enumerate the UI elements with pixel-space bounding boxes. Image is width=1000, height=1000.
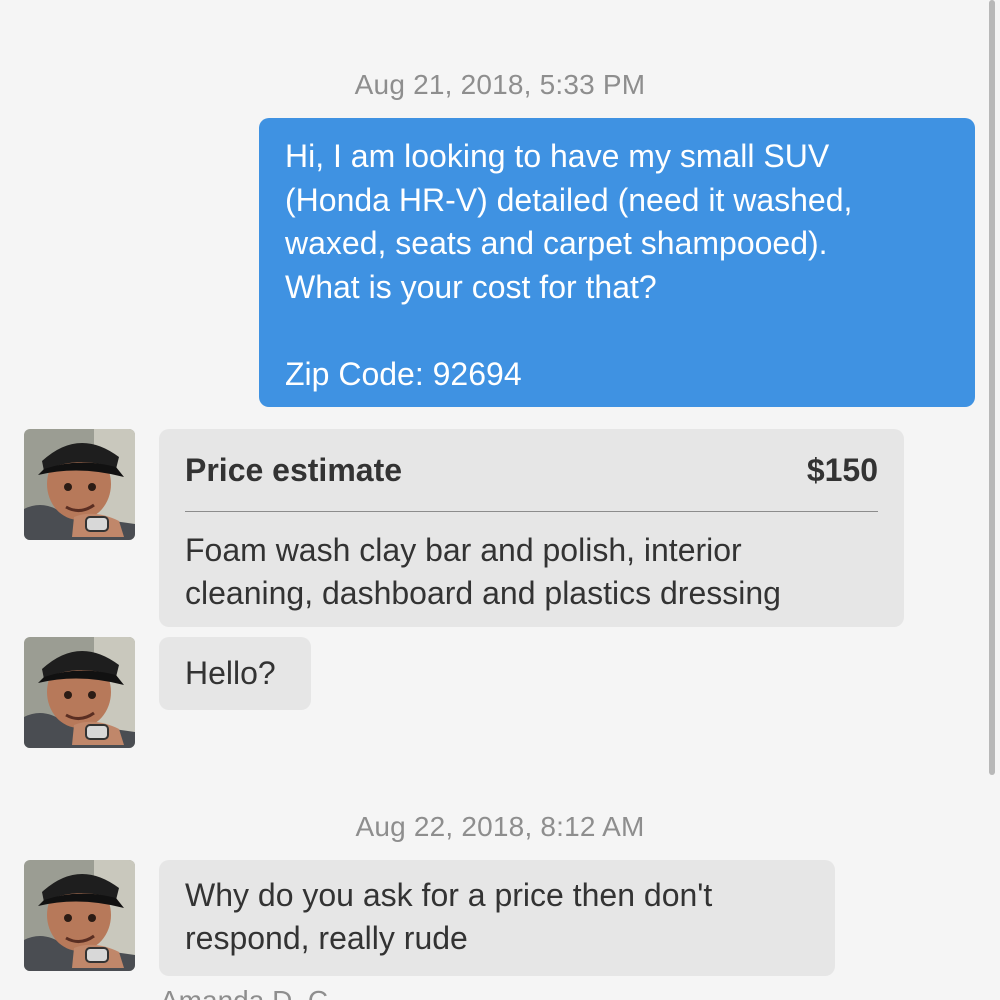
estimate-description: Foam wash clay bar and polish, interior … xyxy=(185,532,781,611)
scrollbar[interactable] xyxy=(989,0,995,775)
user-photo-icon xyxy=(24,860,135,971)
chat-screen: Aug 21, 2018, 5:33 PM Hi, I am looking t… xyxy=(0,0,1000,1000)
avatar[interactable] xyxy=(24,429,135,540)
outgoing-message[interactable]: Hi, I am looking to have my small SUV (H… xyxy=(259,118,975,407)
user-photo-icon xyxy=(24,637,135,748)
estimate-title: Price estimate xyxy=(185,452,403,488)
estimate-price: $150 xyxy=(806,452,878,488)
timestamp: Aug 21, 2018, 5:33 PM xyxy=(354,69,646,100)
avatar[interactable] xyxy=(24,637,135,748)
incoming-message[interactable]: Hello? xyxy=(159,637,311,710)
estimate-header: Price estimate $150 xyxy=(185,449,878,512)
sender-name-partial: Amanda D. C... xyxy=(160,985,351,1000)
timestamp: Aug 22, 2018, 8:12 AM xyxy=(355,811,645,842)
user-photo-icon xyxy=(24,429,135,540)
avatar[interactable] xyxy=(24,860,135,971)
incoming-message[interactable]: Why do you ask for a price then don't re… xyxy=(159,860,835,976)
price-estimate-card[interactable]: Price estimate $150 Foam wash clay bar a… xyxy=(159,429,904,627)
